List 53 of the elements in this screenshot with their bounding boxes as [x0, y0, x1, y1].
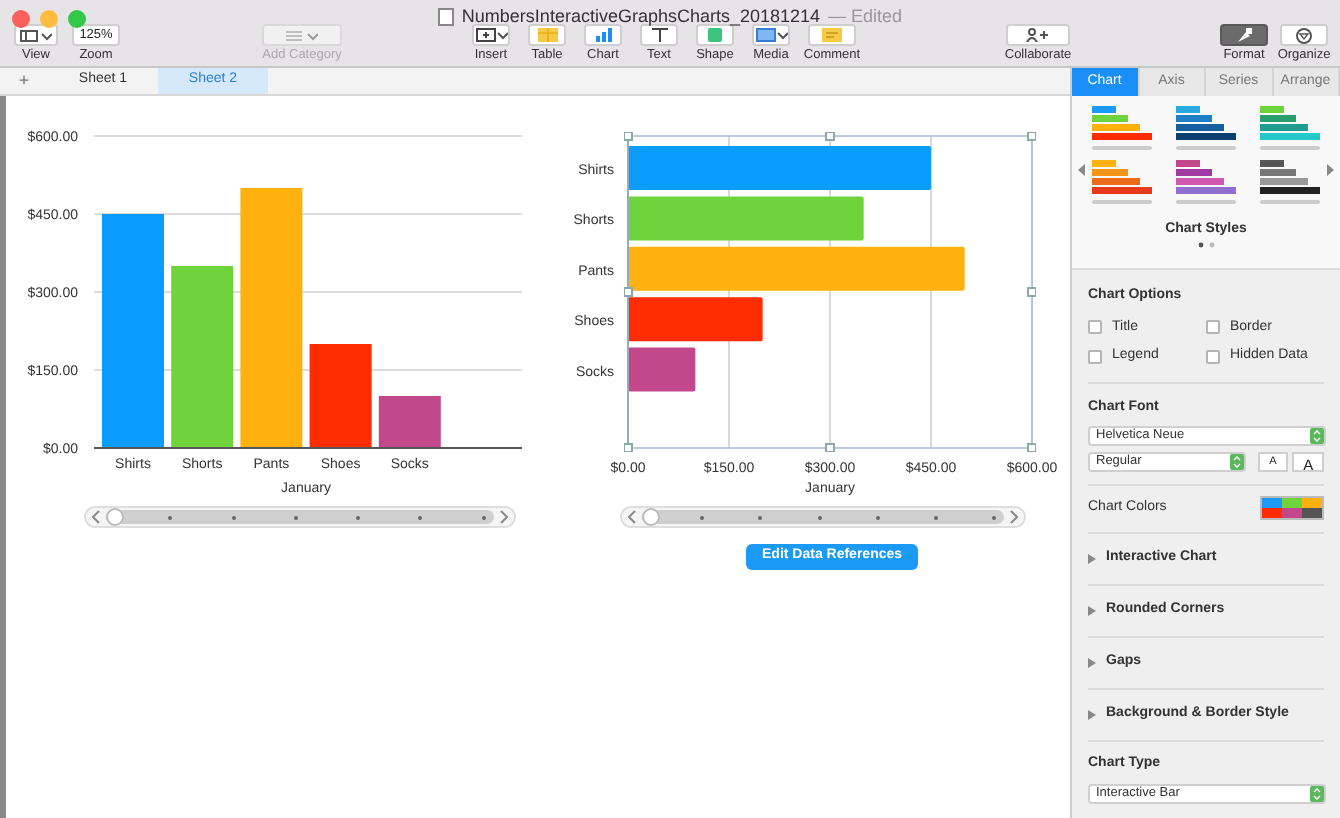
view-button[interactable]: [14, 24, 58, 46]
checkbox[interactable]: [1206, 320, 1220, 335]
checkbox[interactable]: [1206, 349, 1220, 364]
window-title: NumbersInteractiveGraphsCharts_20181214: [461, 4, 821, 30]
chart-bar: [628, 347, 696, 392]
chevron-left-icon: [1078, 164, 1086, 176]
plus-box-icon: [475, 28, 507, 42]
text-icon: [649, 28, 669, 42]
insert-button[interactable]: [472, 24, 510, 46]
close-button[interactable]: [12, 10, 30, 28]
text-button[interactable]: [640, 24, 678, 46]
chart-bar: [378, 396, 441, 448]
brush-icon: [1234, 27, 1254, 43]
zoom-button[interactable]: [68, 10, 86, 28]
chevron-left-icon: [628, 510, 636, 524]
document-icon: [437, 8, 454, 27]
media-button[interactable]: [752, 24, 790, 46]
person-plus-icon: [1026, 28, 1050, 42]
chevron-right-icon: [1326, 164, 1334, 176]
chart-slider[interactable]: [84, 506, 516, 528]
chevron-right-icon: [1010, 510, 1018, 524]
edited-status: — Edited: [828, 4, 903, 30]
checkbox[interactable]: [1088, 349, 1102, 364]
format-button[interactable]: [1220, 24, 1268, 46]
color-palette-swatch[interactable]: [1260, 496, 1324, 520]
slider-thumb[interactable]: [106, 508, 124, 526]
slider-thumb[interactable]: [642, 508, 660, 526]
filter-icon: [1294, 27, 1314, 43]
table-icon: [537, 28, 557, 42]
comment-button[interactable]: [808, 24, 856, 46]
stepper-icon: [1310, 785, 1324, 801]
view-icon: [20, 29, 52, 41]
checkbox[interactable]: [1088, 320, 1102, 335]
chevron-right-icon: [500, 510, 508, 524]
stepper-icon: [1310, 428, 1324, 444]
list-icon: [286, 29, 318, 41]
chevron-left-icon: [92, 510, 100, 524]
square-icon: [708, 28, 722, 42]
chart-slider[interactable]: [620, 506, 1026, 528]
table-button[interactable]: [528, 24, 566, 46]
collaborate-button[interactable]: [1006, 24, 1070, 46]
organize-button[interactable]: [1280, 24, 1328, 46]
page-dots-icon: [1197, 241, 1215, 247]
chart-bar: [628, 297, 763, 342]
stepper-icon: [1229, 454, 1244, 470]
minimize-button[interactable]: [40, 10, 58, 28]
image-icon: [755, 28, 787, 42]
bar-chart-icon: [593, 28, 613, 42]
chart-button[interactable]: [584, 24, 622, 46]
note-icon: [822, 28, 842, 42]
add-sheet-button[interactable]: +: [0, 68, 48, 94]
shape-button[interactable]: [696, 24, 734, 46]
chart-bar: [309, 344, 372, 448]
